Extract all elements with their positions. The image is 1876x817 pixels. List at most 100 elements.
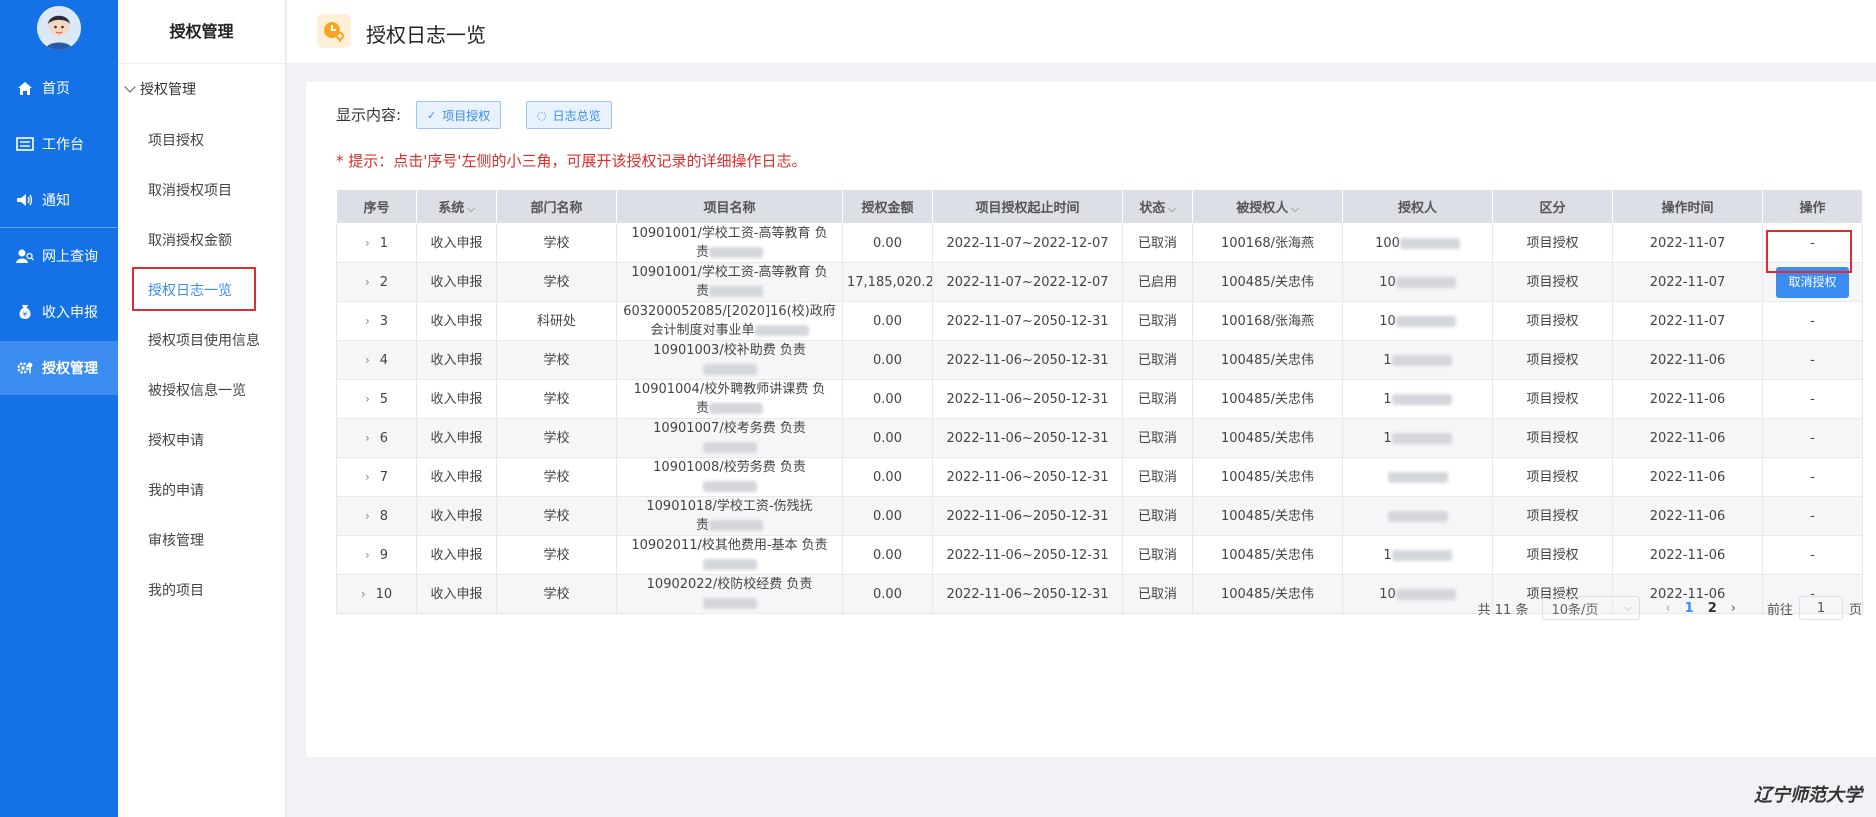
system-cell: 收入申报 xyxy=(416,223,497,263)
seq-cell[interactable]: › 10 xyxy=(336,574,417,614)
status-cell: 已取消 xyxy=(1122,301,1193,341)
grantee-cell: 100485/关忠伟 xyxy=(1192,418,1343,458)
seq-cell[interactable]: › 3 xyxy=(336,301,417,341)
col-project: 项目名称 xyxy=(616,189,843,224)
op-cell: - xyxy=(1762,379,1863,419)
grantor-cell: 10 xyxy=(1342,262,1493,302)
expand-arrow-icon[interactable]: › xyxy=(365,507,370,526)
redacted-text xyxy=(1391,549,1452,561)
expand-arrow-icon[interactable]: › xyxy=(365,351,370,370)
status-cell: 已取消 xyxy=(1122,496,1193,536)
op-cell: - xyxy=(1762,340,1863,380)
grantor-cell: 1 xyxy=(1342,379,1493,419)
table-row: › 6 收入申报 学校 10901007/校考务费 负责 0.00 2022-11-06~2… xyxy=(336,418,1863,458)
nav-label: 授权管理 xyxy=(42,361,98,377)
time-cell: 2022-11-06 xyxy=(1612,340,1763,380)
col-seq: 序号 xyxy=(336,189,417,224)
op-cell: - xyxy=(1762,496,1863,536)
seq-cell[interactable]: › 7 xyxy=(336,457,417,497)
page-1[interactable]: 1 xyxy=(1685,601,1694,616)
time-cell: 2022-11-06 xyxy=(1612,496,1763,536)
op-cell: - xyxy=(1762,301,1863,341)
nav-label: 通知 xyxy=(42,193,70,209)
subnav-item-auth-apply[interactable]: 授权申请 xyxy=(148,430,204,450)
chip-log-overview[interactable]: ◌ 日志总览 xyxy=(526,101,612,129)
chevron-down-icon: ⌵ xyxy=(1623,602,1632,614)
seq-cell[interactable]: › 5 xyxy=(336,379,417,419)
col-grantee[interactable]: 被授权人 ⌵ xyxy=(1192,189,1343,224)
avatar[interactable] xyxy=(37,6,81,50)
grantor-cell: 100 xyxy=(1342,223,1493,263)
prev-page-icon[interactable]: ‹ xyxy=(1665,601,1670,616)
expand-arrow-icon[interactable]: › xyxy=(365,546,370,565)
expand-arrow-icon[interactable]: › xyxy=(365,468,370,487)
nav-item-auth-management[interactable]: 授权管理 xyxy=(0,341,118,395)
grantee-cell: 100485/关忠伟 xyxy=(1192,457,1343,497)
redacted-text xyxy=(709,520,763,531)
status-cell: 已取消 xyxy=(1122,574,1193,614)
subnav-item-my-apply[interactable]: 我的申请 xyxy=(148,480,204,500)
nav-item-notice[interactable]: 通知 xyxy=(0,173,118,227)
dept-cell: 学校 xyxy=(496,496,617,536)
seq-cell[interactable]: › 4 xyxy=(336,340,417,380)
redacted-text xyxy=(709,403,763,414)
expand-arrow-icon[interactable]: › xyxy=(365,429,370,448)
nav-item-online-query[interactable]: 网上查询 xyxy=(0,229,118,283)
status-cell: 已取消 xyxy=(1122,535,1193,575)
redacted-text xyxy=(1387,510,1448,522)
svg-text:¥: ¥ xyxy=(23,311,28,319)
expand-arrow-icon[interactable]: › xyxy=(365,273,370,292)
period-cell: 2022-11-06~2050-12-31 xyxy=(932,379,1123,419)
redacted-text xyxy=(702,364,757,375)
filter-caret-icon: ⌵ xyxy=(1291,204,1299,215)
seq-cell[interactable]: › 8 xyxy=(336,496,417,536)
col-dept: 部门名称 xyxy=(496,189,617,224)
seq-cell[interactable]: › 1 xyxy=(336,223,417,263)
subnav-item-my-projects[interactable]: 我的项目 xyxy=(148,580,204,600)
dept-cell: 学校 xyxy=(496,262,617,302)
nav-item-workbench[interactable]: 工作台 xyxy=(0,117,118,171)
subnav-item-grantee-info[interactable]: 被授权信息一览 xyxy=(148,380,246,400)
page-unit: 页 xyxy=(1848,602,1862,618)
circle-icon: ◌ xyxy=(537,108,547,122)
grantor-cell: 1 xyxy=(1342,418,1493,458)
nav-item-income-report[interactable]: ¥ 收入申报 xyxy=(0,285,118,339)
expand-arrow-icon[interactable]: › xyxy=(365,234,370,253)
subnav-item-cancel-project[interactable]: 取消授权项目 xyxy=(148,180,232,200)
status-cell: 已取消 xyxy=(1122,457,1193,497)
redacted-text xyxy=(709,286,763,297)
next-page-icon[interactable]: › xyxy=(1731,601,1736,616)
project-cell: 10901007/校考务费 负责 xyxy=(616,418,843,458)
dept-cell: 学校 xyxy=(496,574,617,614)
subnav-item-review[interactable]: 审核管理 xyxy=(148,530,204,550)
goto-label: 前往 xyxy=(1766,602,1793,618)
page-2[interactable]: 2 xyxy=(1708,601,1717,616)
goto-page-input[interactable]: 1 xyxy=(1798,596,1843,620)
amount-cell: 0.00 xyxy=(842,574,933,614)
page-header: 授权日志一览 xyxy=(287,0,1876,64)
seq-cell[interactable]: › 6 xyxy=(336,418,417,458)
subnav-group-toggle[interactable]: 授权管理 xyxy=(124,79,196,99)
secondary-nav: 授权管理 授权管理 项目授权 取消授权项目 取消授权金额 授权日志一览 授权项目… xyxy=(118,0,286,817)
subnav-item-usage-info[interactable]: 授权项目使用信息 xyxy=(148,330,260,350)
col-system[interactable]: 系统 ⌵ xyxy=(416,189,497,224)
col-status[interactable]: 状态 ⌵ xyxy=(1122,189,1193,224)
expand-arrow-icon[interactable]: › xyxy=(365,390,370,409)
seq-cell[interactable]: › 2 xyxy=(336,262,417,302)
subnav-item-project-auth[interactable]: 项目授权 xyxy=(148,130,204,150)
amount-cell: 0.00 xyxy=(842,535,933,575)
expand-arrow-icon[interactable]: › xyxy=(365,312,370,331)
nav-item-home[interactable]: 首页 xyxy=(0,61,118,115)
table-row: › 7 收入申报 学校 10901008/校劳务费 负责 0.00 2022-11-06~2… xyxy=(336,457,1863,497)
system-cell: 收入申报 xyxy=(416,262,497,302)
system-cell: 收入申报 xyxy=(416,457,497,497)
expand-arrow-icon[interactable]: › xyxy=(361,585,366,604)
subnav-item-cancel-amount[interactable]: 取消授权金额 xyxy=(148,230,232,250)
page-size-select[interactable]: 10条/页 ⌵ xyxy=(1542,596,1641,620)
grantee-cell: 100485/关忠伟 xyxy=(1192,574,1343,614)
period-cell: 2022-11-07~2050-12-31 xyxy=(932,301,1123,341)
seq-cell[interactable]: › 9 xyxy=(336,535,417,575)
kind-cell: 项目授权 xyxy=(1492,457,1613,497)
op-cell: - xyxy=(1762,418,1863,458)
chip-project-auth[interactable]: ✓ 项目授权 xyxy=(416,101,502,129)
